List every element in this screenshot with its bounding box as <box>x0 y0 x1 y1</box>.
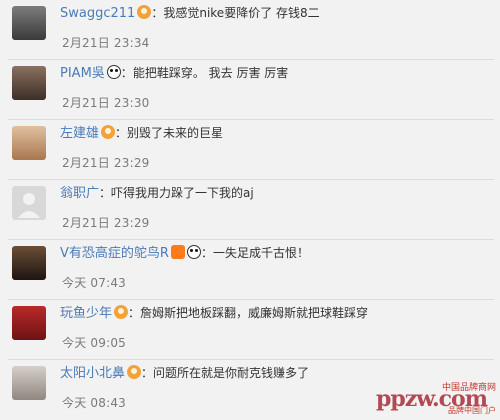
comment-time: 今天 09:05 <box>62 336 126 350</box>
avatar[interactable] <box>12 246 46 280</box>
comment-item: PIAM吳 ：能把鞋踩穿。 我去 厉害 厉害 2月21日 23:30 <box>0 60 500 120</box>
avatar[interactable] <box>12 306 46 340</box>
member-badge-icon <box>114 305 129 319</box>
panda-icon <box>106 65 121 79</box>
panda-icon <box>186 245 201 259</box>
member-badge-icon <box>127 365 142 379</box>
comment-time: 2月21日 23:30 <box>62 96 150 110</box>
comment-time: 2月21日 23:29 <box>62 216 150 230</box>
default-avatar-icon <box>18 193 40 218</box>
username-link[interactable]: 左建雄 <box>60 126 99 141</box>
avatar[interactable] <box>12 366 46 400</box>
comment-line: Swaggc211 ：我感觉nike要降价了 存钱8二 <box>60 5 320 21</box>
comment-text: 一失足成千古恨！ <box>212 246 309 260</box>
comment-line: 太阳小北鼻 ：问题所在就是你耐克钱赚多了 <box>60 365 310 381</box>
avatar[interactable] <box>12 66 46 100</box>
comment-line: 翁职广：吓得我用力跺了一下我的aj <box>60 186 254 201</box>
comment-item: 左建雄 ：别毁了未来的巨星 2月21日 23:29 <box>0 120 500 180</box>
member-badge-icon <box>101 125 116 139</box>
comment-text: 詹姆斯把地板踩翻，威廉姆斯就把球鞋踩穿 <box>140 306 369 320</box>
comment-line: PIAM吳 ：能把鞋踩穿。 我去 厉害 厉害 <box>60 65 289 81</box>
comment-text: 吓得我用力跺了一下我的aj <box>111 186 254 200</box>
username-link[interactable]: Swaggc211 <box>60 6 135 21</box>
username-link[interactable]: V有恐高症的鸵鸟R <box>60 246 169 261</box>
comment-text: 问题所在就是你耐克钱赚多了 <box>153 366 310 380</box>
username-link[interactable]: PIAM吳 <box>60 66 105 81</box>
comment-item: 太阳小北鼻 ：问题所在就是你耐克钱赚多了 今天 08:43 <box>0 360 500 420</box>
comment-time: 今天 08:43 <box>62 396 126 410</box>
comment-line: 左建雄 ：别毁了未来的巨星 <box>60 125 224 141</box>
avatar[interactable] <box>12 186 46 220</box>
comment-item: 翁职广：吓得我用力跺了一下我的aj 2月21日 23:29 <box>0 180 500 240</box>
username-link[interactable]: 翁职广 <box>60 186 99 201</box>
member-badge-icon <box>137 5 152 19</box>
comment-line: V有恐高症的鸵鸟R ：一失足成千古恨！ <box>60 245 309 261</box>
avatar[interactable] <box>12 6 46 40</box>
comment-time: 今天 07:43 <box>62 276 126 290</box>
comment-text: 别毁了未来的巨星 <box>127 126 224 140</box>
comment-line: 玩鱼少年 ：詹姆斯把地板踩翻，威廉姆斯就把球鞋踩穿 <box>60 305 369 321</box>
comment-text: 能把鞋踩穿。 我去 厉害 厉害 <box>132 66 289 80</box>
avatar[interactable] <box>12 126 46 160</box>
comment-text: 我感觉nike要降价了 存钱8二 <box>163 6 320 20</box>
comment-item: Swaggc211 ：我感觉nike要降价了 存钱8二 2月21日 23:34 <box>0 0 500 60</box>
comment-item: 玩鱼少年 ：詹姆斯把地板踩翻，威廉姆斯就把球鞋踩穿 今天 09:05 <box>0 300 500 360</box>
comment-item: V有恐高症的鸵鸟R ：一失足成千古恨！ 今天 07:43 <box>0 240 500 300</box>
fire-badge-icon <box>170 245 185 259</box>
username-link[interactable]: 太阳小北鼻 <box>60 366 125 381</box>
comment-time: 2月21日 23:29 <box>62 156 150 170</box>
comment-time: 2月21日 23:34 <box>62 36 150 50</box>
username-link[interactable]: 玩鱼少年 <box>60 306 112 321</box>
